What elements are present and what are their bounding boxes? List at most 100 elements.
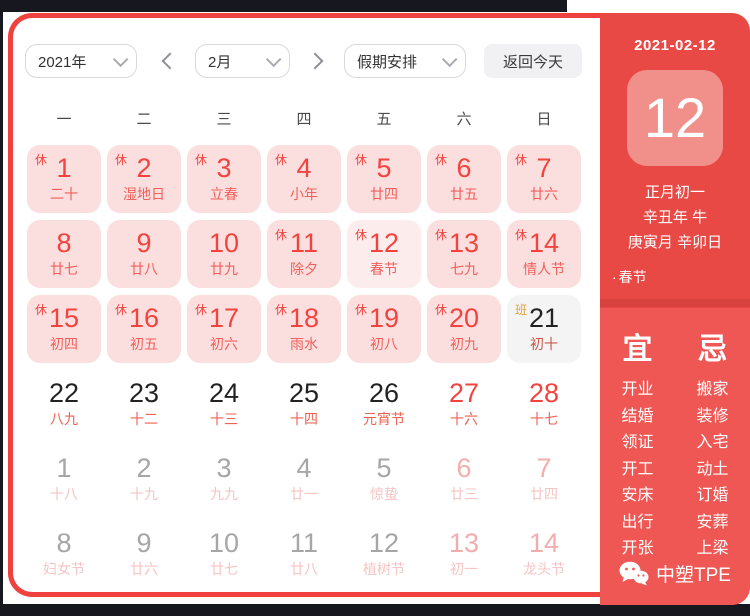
calendar-cell[interactable]: 休2湿地日 <box>107 145 181 213</box>
calendar-cell[interactable]: 13初一 <box>427 520 501 588</box>
calendar-cell[interactable]: 休11除夕 <box>267 220 341 288</box>
calendar-cell[interactable]: 休7廿六 <box>507 145 581 213</box>
calendar-cell[interactable]: 休18雨水 <box>267 295 341 363</box>
chevron-down-icon <box>442 51 458 67</box>
lunar-label: 情人节 <box>507 259 581 279</box>
next-month-button[interactable] <box>302 44 328 78</box>
calendar-cell[interactable]: 休12春节 <box>347 220 421 288</box>
weekday-row: 一二三四五六日 <box>27 108 600 129</box>
yi-item: 开工 <box>600 457 675 484</box>
calendar-cell[interactable]: 休16初五 <box>107 295 181 363</box>
rest-tag: 休 <box>435 151 447 168</box>
calendar-cell[interactable]: 休3立春 <box>187 145 261 213</box>
calendar-cell[interactable]: 2十九 <box>107 445 181 513</box>
today-day-number: 12 <box>644 90 706 146</box>
lunar-label: 二十 <box>27 184 101 204</box>
day-number: 8 <box>27 528 101 558</box>
lunar-label: 湿地日 <box>107 184 181 204</box>
calendar-cell[interactable]: 休1二十 <box>27 145 101 213</box>
calendar-cell[interactable]: 9廿六 <box>107 520 181 588</box>
calendar-cell[interactable]: 11廿八 <box>267 520 341 588</box>
calendar-cell[interactable]: 3九九 <box>187 445 261 513</box>
lunar-label: 廿七 <box>27 259 101 279</box>
calendar-cell[interactable]: 休5廿四 <box>347 145 421 213</box>
lunar-label: 八九 <box>27 409 101 429</box>
bullet-icon: · <box>612 269 617 285</box>
chevron-right-icon <box>307 53 324 70</box>
day-number: 26 <box>347 378 421 408</box>
lunar-label: 十六 <box>427 409 501 429</box>
calendar-cell[interactable]: 6廿三 <box>427 445 501 513</box>
calendar-cell[interactable]: 1十八 <box>27 445 101 513</box>
ji-item: 安葬 <box>675 510 750 537</box>
month-select-value: 2月 <box>208 51 231 72</box>
ganzhi-year-line: 辛丑年 牛 <box>600 205 750 230</box>
calendar-cell[interactable]: 27十六 <box>427 370 501 438</box>
calendar-cell[interactable]: 12植树节 <box>347 520 421 588</box>
calendar-cell[interactable]: 休4小年 <box>267 145 341 213</box>
lunar-label: 廿九 <box>187 259 261 279</box>
calendar-cell[interactable]: 8廿七 <box>27 220 101 288</box>
rest-tag: 休 <box>515 226 527 243</box>
lunar-label: 小年 <box>267 184 341 204</box>
lunar-label: 立春 <box>187 184 261 204</box>
day-number: 4 <box>267 453 341 483</box>
calendar-cell[interactable]: 14龙头节 <box>507 520 581 588</box>
calendar-cell[interactable]: 休14情人节 <box>507 220 581 288</box>
lunar-label: 廿八 <box>267 559 341 579</box>
lunar-label: 春节 <box>347 259 421 279</box>
calendar-grid: 休1二十休2湿地日休3立春休4小年休5廿四休6廿五休7廿六8廿七9廿八10廿九休… <box>27 145 600 588</box>
window-bottom-edge <box>0 604 750 616</box>
toolbar: 2021年 2月 假期安排 返回今天 <box>25 44 600 78</box>
lunar-label: 除夕 <box>267 259 341 279</box>
day-number: 8 <box>27 228 101 258</box>
lunar-label: 十四 <box>267 409 341 429</box>
calendar-cell[interactable]: 班21初十 <box>507 295 581 363</box>
lunar-label: 初六 <box>187 334 261 354</box>
day-number: 9 <box>107 528 181 558</box>
lunar-label: 初五 <box>107 334 181 354</box>
year-select-value: 2021年 <box>38 51 86 72</box>
calendar-cell[interactable]: 8妇女节 <box>27 520 101 588</box>
calendar-cell[interactable]: 休13七九 <box>427 220 501 288</box>
yi-item: 开张 <box>600 536 675 563</box>
calendar-cell[interactable]: 休19初八 <box>347 295 421 363</box>
back-to-today-button[interactable]: 返回今天 <box>484 44 582 78</box>
lunar-label: 惊蛰 <box>347 484 421 504</box>
lunar-info: 正月初一 辛丑年 牛 庚寅月 辛卯日 <box>600 180 750 255</box>
calendar-cell[interactable]: 休6廿五 <box>427 145 501 213</box>
calendar-cell[interactable]: 休20初九 <box>427 295 501 363</box>
day-number: 13 <box>427 528 501 558</box>
work-tag: 班 <box>515 301 527 318</box>
calendar-cell[interactable]: 休15初四 <box>27 295 101 363</box>
rest-tag: 休 <box>435 301 447 318</box>
day-number: 7 <box>507 453 581 483</box>
calendar-cell[interactable]: 10廿九 <box>187 220 261 288</box>
ji-list: 搬家装修入宅动土订婚安葬上梁 <box>675 377 750 563</box>
yi-item: 领证 <box>600 430 675 457</box>
prev-month-button[interactable] <box>157 44 183 78</box>
calendar-cell[interactable]: 9廿八 <box>107 220 181 288</box>
window-left-edge <box>0 0 3 604</box>
calendar-cell[interactable]: 4廿一 <box>267 445 341 513</box>
calendar-cell[interactable]: 25十四 <box>267 370 341 438</box>
month-select[interactable]: 2月 <box>195 44 290 78</box>
calendar-cell[interactable]: 22八九 <box>27 370 101 438</box>
calendar-cell[interactable]: 28十七 <box>507 370 581 438</box>
calendar-cell[interactable]: 5惊蛰 <box>347 445 421 513</box>
calendar-cell[interactable]: 26元宵节 <box>347 370 421 438</box>
holiday-schedule-select[interactable]: 假期安排 <box>344 44 466 78</box>
rest-tag: 休 <box>355 301 367 318</box>
ji-item: 订婚 <box>675 483 750 510</box>
year-select[interactable]: 2021年 <box>25 44 137 78</box>
calendar-cell[interactable]: 10廿七 <box>187 520 261 588</box>
lunar-label: 植树节 <box>347 559 421 579</box>
festival-row: ·春节 <box>612 267 750 287</box>
calendar-cell[interactable]: 23十二 <box>107 370 181 438</box>
calendar-cell[interactable]: 24十三 <box>187 370 261 438</box>
chevron-left-icon <box>162 53 179 70</box>
day-number: 11 <box>267 528 341 558</box>
weekday-label: 一 <box>27 108 101 129</box>
calendar-cell[interactable]: 休17初六 <box>187 295 261 363</box>
calendar-cell[interactable]: 7廿四 <box>507 445 581 513</box>
